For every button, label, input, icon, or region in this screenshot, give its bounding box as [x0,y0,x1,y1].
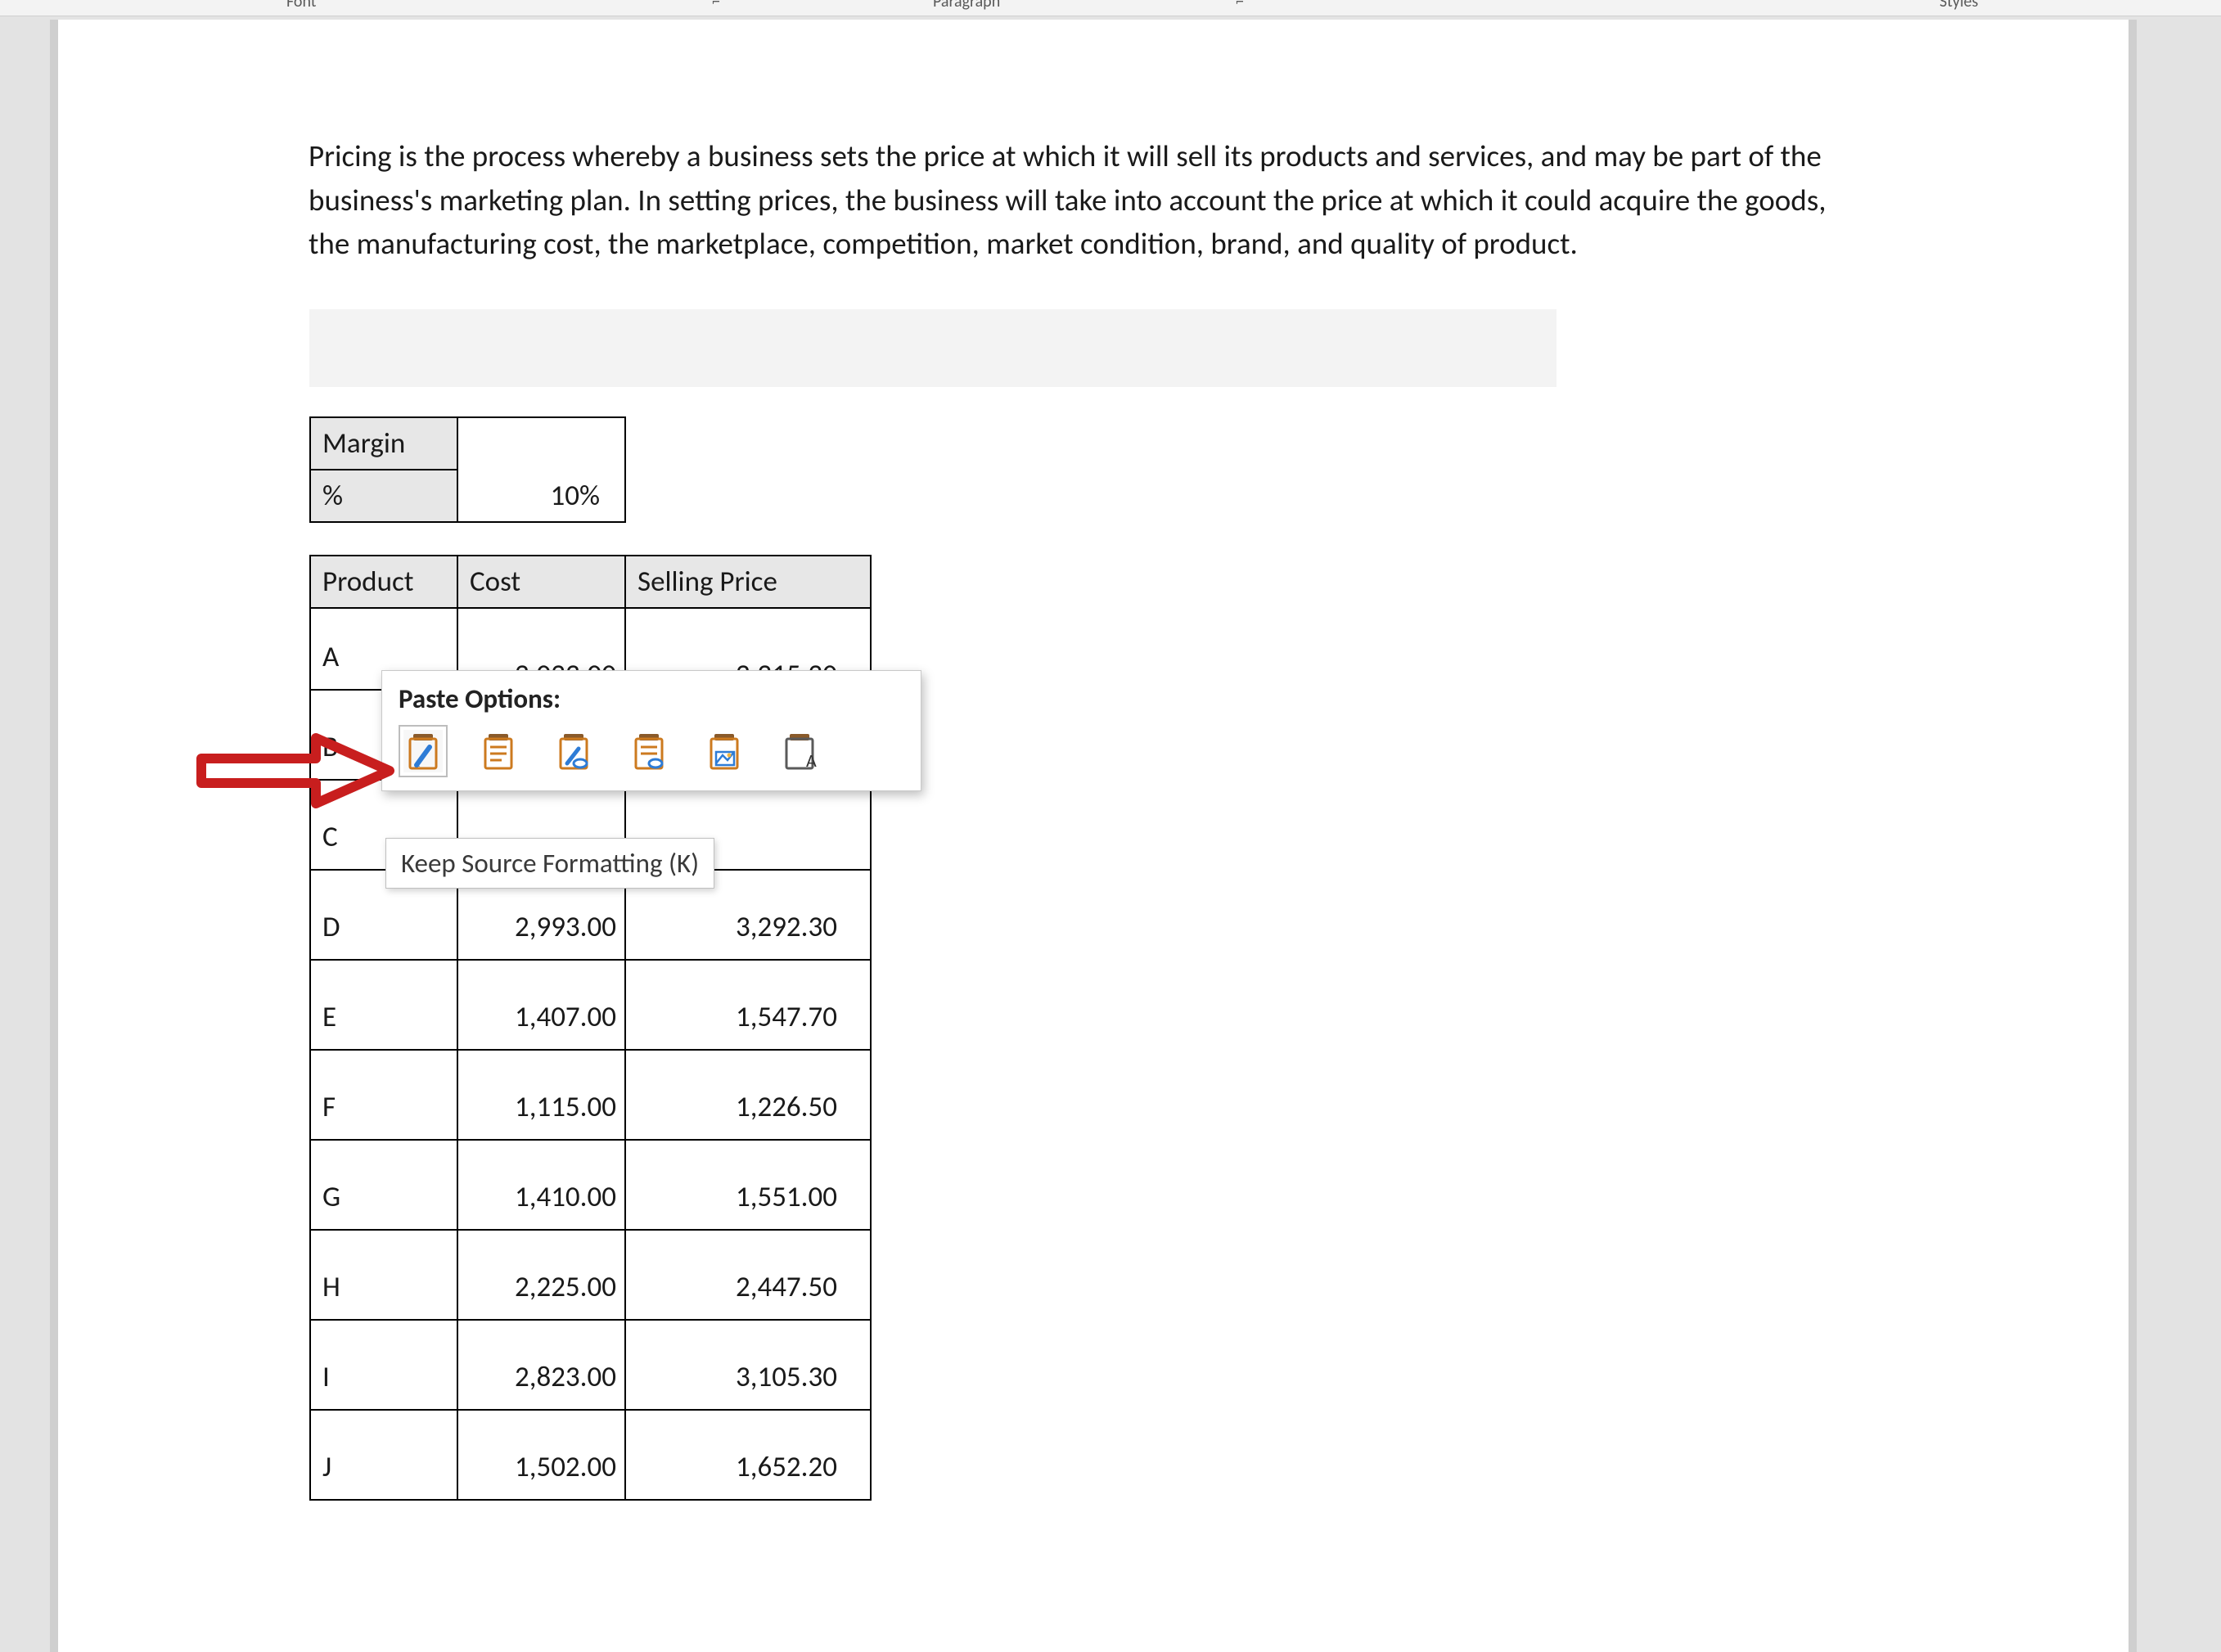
margin-value[interactable]: 10% [457,417,625,522]
cell-price[interactable]: 1,652.20 [625,1410,871,1500]
table-row: H 2,225.00 2,447.50 [310,1230,871,1320]
paste-options-popup: Paste Options: [381,670,921,791]
col-header-cost[interactable]: Cost [457,556,625,608]
table-row: G 1,410.00 1,551.00 [310,1140,871,1230]
col-header-product[interactable]: Product [310,556,457,608]
paste-keep-source-formatting-icon[interactable] [403,730,443,772]
cell-cost[interactable]: 2,225.00 [457,1230,625,1320]
ribbon-bottom-border: Font ⌐ Paragraph ⌐ Styles [0,0,2221,16]
ribbon-group-paragraph: Paragraph [933,0,1000,11]
table-row: F 1,115.00 1,226.50 [310,1050,871,1140]
ribbon-group-font: Font [286,0,316,11]
cell-price[interactable]: 2,447.50 [625,1230,871,1320]
paste-options-row: A [399,730,904,772]
paste-option-tooltip: Keep Source Formatting (K) [385,838,714,889]
ribbon-group-launcher-2[interactable]: ⌐ [1236,0,1244,11]
cell-cost[interactable]: 1,407.00 [457,960,625,1050]
table-row: I 2,823.00 3,105.30 [310,1320,871,1410]
paste-keep-text-only-icon[interactable]: A [780,730,819,772]
cell-price[interactable]: 1,547.70 [625,960,871,1050]
cell-product[interactable]: F [310,1050,457,1140]
page-shadow [50,20,58,1652]
col-header-price[interactable]: Selling Price [625,556,871,608]
cell-cost[interactable]: 1,410.00 [457,1140,625,1230]
cell-product[interactable]: J [310,1410,457,1500]
cell-price[interactable]: 1,226.50 [625,1050,871,1140]
pasted-selection-highlight [309,309,1557,387]
paste-picture-icon[interactable] [705,730,744,772]
cell-product[interactable]: G [310,1140,457,1230]
cell-product[interactable]: I [310,1320,457,1410]
annotation-arrow-icon [193,722,406,820]
cell-product[interactable]: H [310,1230,457,1320]
cell-cost[interactable]: 2,823.00 [457,1320,625,1410]
margin-table[interactable]: Margin 10% % [309,416,626,523]
table-row: J 1,502.00 1,652.20 [310,1410,871,1500]
cell-product[interactable]: E [310,960,457,1050]
cell-price[interactable]: 3,105.30 [625,1320,871,1410]
page-shadow [2129,20,2137,1652]
margin-label-top[interactable]: Margin [310,417,457,470]
document-page: Pricing is the process whereby a busines… [58,20,2129,1652]
ribbon-group-styles: Styles [1939,0,1978,11]
cell-cost[interactable]: 1,115.00 [457,1050,625,1140]
cell-cost[interactable]: 1,502.00 [457,1410,625,1500]
paste-link-destination-styles-icon[interactable] [629,730,669,772]
cell-price[interactable]: 1,551.00 [625,1140,871,1230]
ribbon-group-launcher-1[interactable]: ⌐ [712,0,720,11]
paste-use-destination-styles-icon[interactable] [479,730,518,772]
paste-link-keep-source-icon[interactable] [554,730,593,772]
svg-text:A: A [806,749,817,772]
paste-options-title: Paste Options: [399,682,904,715]
document-paragraph[interactable]: Pricing is the process whereby a busines… [309,134,1839,266]
margin-label-bottom[interactable]: % [310,470,457,522]
table-row: E 1,407.00 1,547.70 [310,960,871,1050]
